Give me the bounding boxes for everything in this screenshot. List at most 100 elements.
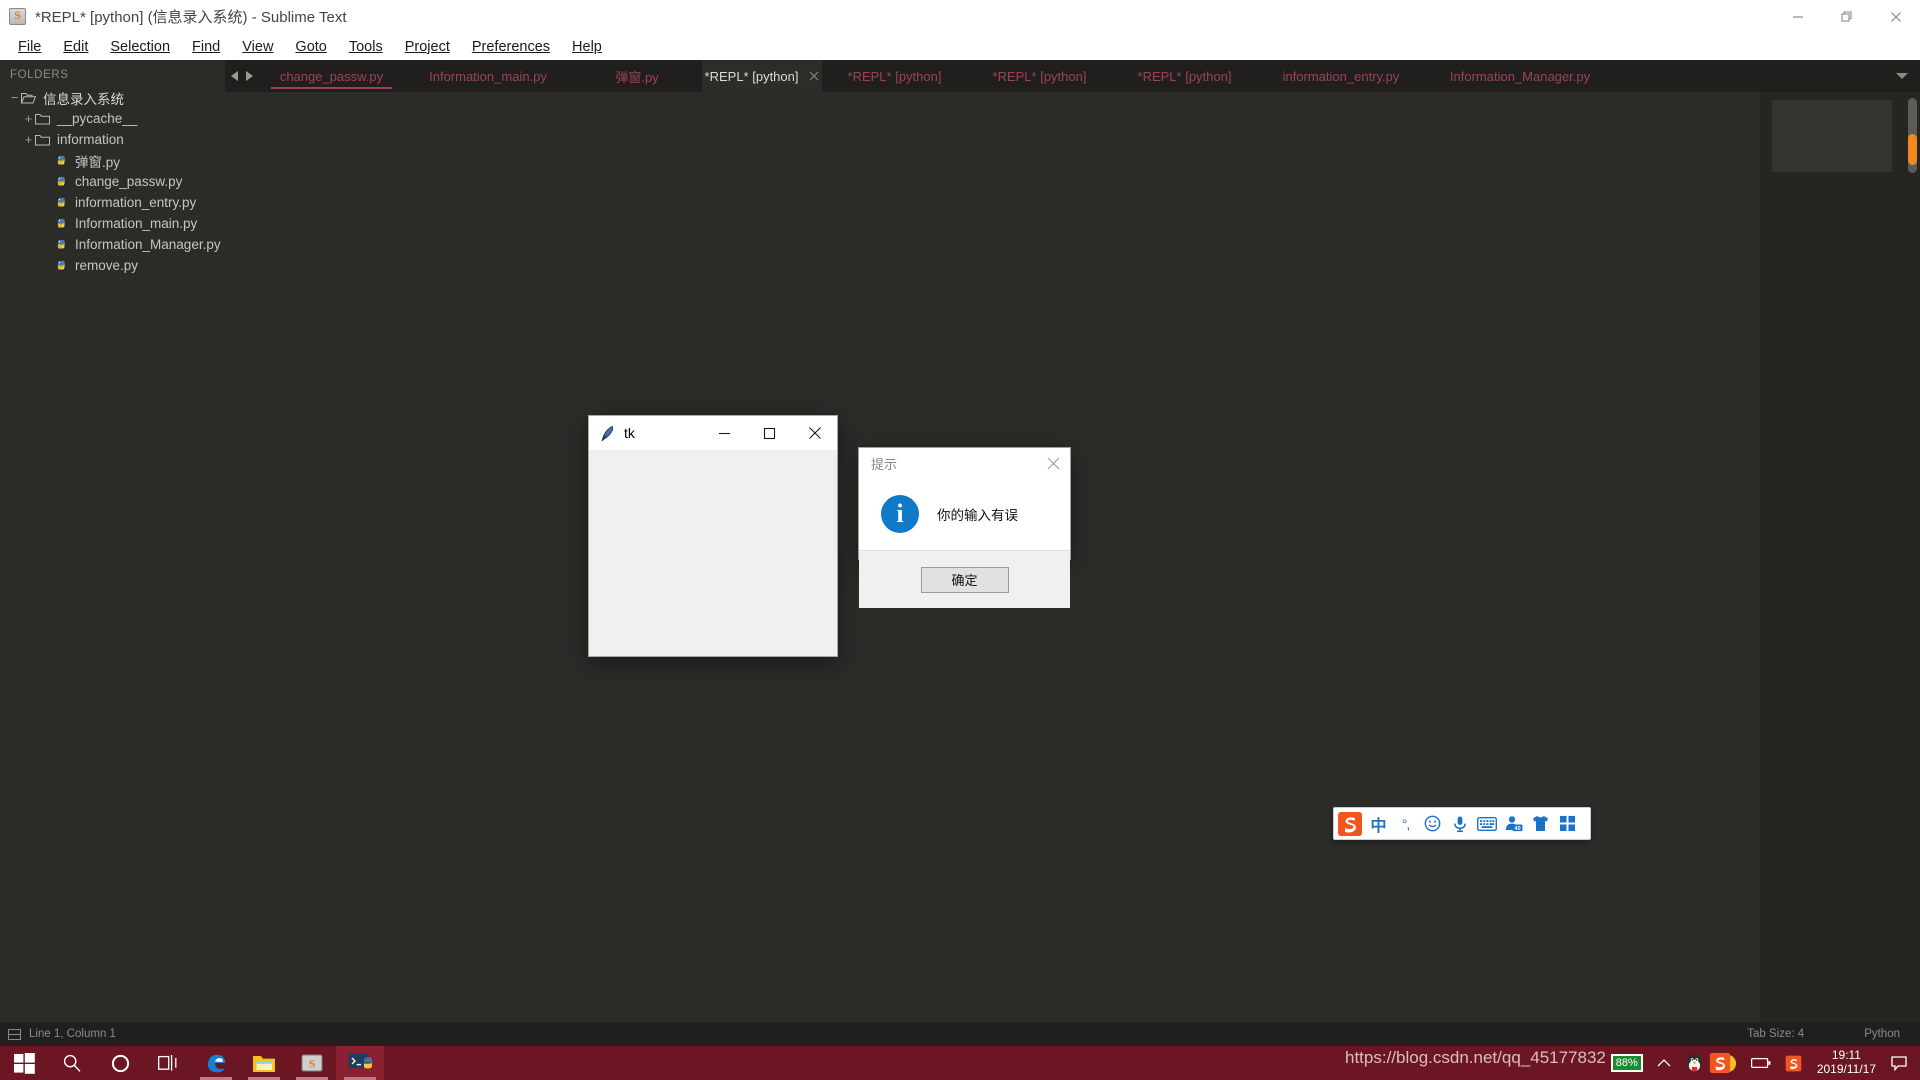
editor-tab-label: change_passw.py xyxy=(280,69,383,84)
editor-tab[interactable]: information_entry.py xyxy=(1257,60,1425,92)
editor-tab[interactable]: *REPL* [python] xyxy=(1112,60,1257,92)
tree-expander[interactable]: − xyxy=(8,90,21,105)
menu-selection[interactable]: Selection xyxy=(99,37,181,57)
menu-edit-label: Edit xyxy=(63,39,88,55)
tab-scroll-right-icon xyxy=(244,71,253,81)
sidebar-folders-header: FOLDERS xyxy=(0,69,225,81)
tree-file-item[interactable]: remove.py xyxy=(0,255,225,276)
dialog-ok-button[interactable]: 确定 xyxy=(921,567,1009,593)
chinese-mode-toggle[interactable]: 中 xyxy=(1365,809,1392,839)
editor-tab[interactable]: change_passw.py xyxy=(259,60,404,92)
search-icon xyxy=(62,1053,82,1073)
statusbar-left: Line 1, Column 1 xyxy=(0,1028,116,1040)
file-explorer-taskbar-button[interactable] xyxy=(240,1046,288,1080)
editor-tab[interactable]: Information_Manager.py xyxy=(1425,60,1615,92)
user-profile-icon[interactable]: 40 xyxy=(1500,809,1527,839)
battery-percent-badge[interactable]: 88% xyxy=(1604,1046,1650,1080)
syntax-indicator[interactable]: Python xyxy=(1864,1028,1900,1040)
chevron-up-icon xyxy=(1657,1058,1671,1068)
dialog-close-button[interactable] xyxy=(1036,448,1070,478)
dialog-titlebar: 提示 xyxy=(859,448,1070,478)
toolbox-icon[interactable] xyxy=(1554,809,1581,839)
menu-preferences-label: Preferences xyxy=(472,39,550,55)
tk-minimize-button[interactable] xyxy=(702,416,747,451)
minimap-pane[interactable] xyxy=(1760,92,1920,1022)
start-button[interactable] xyxy=(0,1046,48,1080)
tab-scroll-arrows[interactable] xyxy=(225,60,259,92)
sogou-logo-icon[interactable] xyxy=(1335,809,1365,839)
editor-pane[interactable] xyxy=(225,92,1920,1022)
sogou-tray-icon[interactable] xyxy=(1778,1046,1809,1080)
action-center-button[interactable] xyxy=(1884,1046,1914,1080)
menu-find[interactable]: Find xyxy=(181,37,231,57)
tree-expander[interactable]: + xyxy=(22,111,35,126)
dialog-title: 提示 xyxy=(871,454,897,473)
menu-help[interactable]: Help xyxy=(561,37,613,57)
system-tray: 88% xyxy=(1604,1046,1920,1080)
tree-file-item[interactable]: change_passw.py xyxy=(0,171,225,192)
punctuation-glyph: °, xyxy=(1402,816,1410,832)
windows-taskbar: S 88% xyxy=(0,1046,1920,1080)
menu-project-label: Project xyxy=(405,39,450,55)
tk-close-button[interactable] xyxy=(792,416,837,451)
tree-file-item[interactable]: Information_main.py xyxy=(0,213,225,234)
search-button[interactable] xyxy=(48,1046,96,1080)
menu-help-label: Help xyxy=(572,39,602,55)
window-close-button[interactable] xyxy=(1871,0,1920,33)
sidebar: FOLDERS − 信息录入系统+__pycache__+information弹… xyxy=(0,60,225,1022)
tree-folder-item[interactable]: +__pycache__ xyxy=(0,108,225,129)
voice-input-icon[interactable] xyxy=(1446,809,1473,839)
tree-file-item[interactable]: information_entry.py xyxy=(0,192,225,213)
menu-tools[interactable]: Tools xyxy=(338,37,394,57)
skin-icon[interactable] xyxy=(1527,809,1554,839)
music-app-tray-icon[interactable] xyxy=(1711,1046,1744,1080)
folder-open-icon xyxy=(21,92,36,104)
menu-goto[interactable]: Goto xyxy=(284,37,337,57)
window-minimize-button[interactable] xyxy=(1773,0,1822,33)
sidebar-toggle-icon[interactable] xyxy=(8,1029,21,1040)
editor-scrollbar-thumb[interactable] xyxy=(1908,134,1917,165)
cortana-button[interactable] xyxy=(96,1046,144,1080)
menu-project[interactable]: Project xyxy=(394,37,461,57)
minimap-viewport xyxy=(1772,100,1892,172)
show-hidden-icons-button[interactable] xyxy=(1650,1046,1678,1080)
tree-expander[interactable]: + xyxy=(22,132,35,147)
tree-item-label: 弹窗.py xyxy=(75,151,120,171)
tk-window-client-area[interactable] xyxy=(589,451,837,656)
battery-tray-icon[interactable] xyxy=(1744,1046,1778,1080)
message-dialog[interactable]: 提示 i 你的输入有误 确定 xyxy=(858,447,1071,560)
tabbar-overflow-menu[interactable] xyxy=(1890,60,1914,92)
task-view-button[interactable] xyxy=(144,1046,192,1080)
sogou-ime-toolbar[interactable]: 中 °, xyxy=(1333,807,1591,840)
tree-file-item[interactable]: Information_Manager.py xyxy=(0,234,225,255)
menu-view[interactable]: View xyxy=(231,37,284,57)
menu-file[interactable]: File xyxy=(7,37,52,57)
taskbar-clock[interactable]: 19:11 2019/11/17 xyxy=(1809,1049,1884,1077)
tree-folder-item[interactable]: − 信息录入系统 xyxy=(0,87,225,108)
soft-keyboard-icon[interactable] xyxy=(1473,809,1500,839)
qq-tray-icon[interactable] xyxy=(1678,1046,1711,1080)
tree-folder-item[interactable]: +information xyxy=(0,129,225,150)
tree-file-item[interactable]: 弹窗.py xyxy=(0,150,225,171)
tab-size-indicator[interactable]: Tab Size: 4 xyxy=(1747,1028,1804,1040)
editor-tab-close-icon[interactable] xyxy=(809,71,819,82)
window-restore-button[interactable] xyxy=(1822,0,1871,33)
tree-item-label: 信息录入系统 xyxy=(43,88,124,108)
editor-tab[interactable]: *REPL* [python] xyxy=(822,60,967,92)
edge-taskbar-button[interactable] xyxy=(192,1046,240,1080)
punctuation-toggle[interactable]: °, xyxy=(1392,809,1419,839)
window-titlebar: *REPL* [python] (信息录入系统) - Sublime Text xyxy=(0,0,1920,33)
editor-tab[interactable]: *REPL* [python] xyxy=(702,60,822,92)
menu-preferences[interactable]: Preferences xyxy=(461,37,561,57)
editor-tab[interactable]: 弹窗.py xyxy=(572,60,702,92)
tk-window[interactable]: tk xyxy=(588,415,838,657)
editor-tab[interactable]: Information_main.py xyxy=(404,60,572,92)
emoji-icon[interactable] xyxy=(1419,809,1446,839)
editor-tab[interactable]: *REPL* [python] xyxy=(967,60,1112,92)
sublime-taskbar-button[interactable]: S xyxy=(288,1046,336,1080)
editor-tab-label: Information_main.py xyxy=(429,69,547,84)
tk-maximize-button[interactable] xyxy=(747,416,792,451)
dialog-content: i 你的输入有误 xyxy=(859,478,1070,550)
menu-edit[interactable]: Edit xyxy=(52,37,99,57)
python-taskbar-button[interactable] xyxy=(336,1046,384,1080)
